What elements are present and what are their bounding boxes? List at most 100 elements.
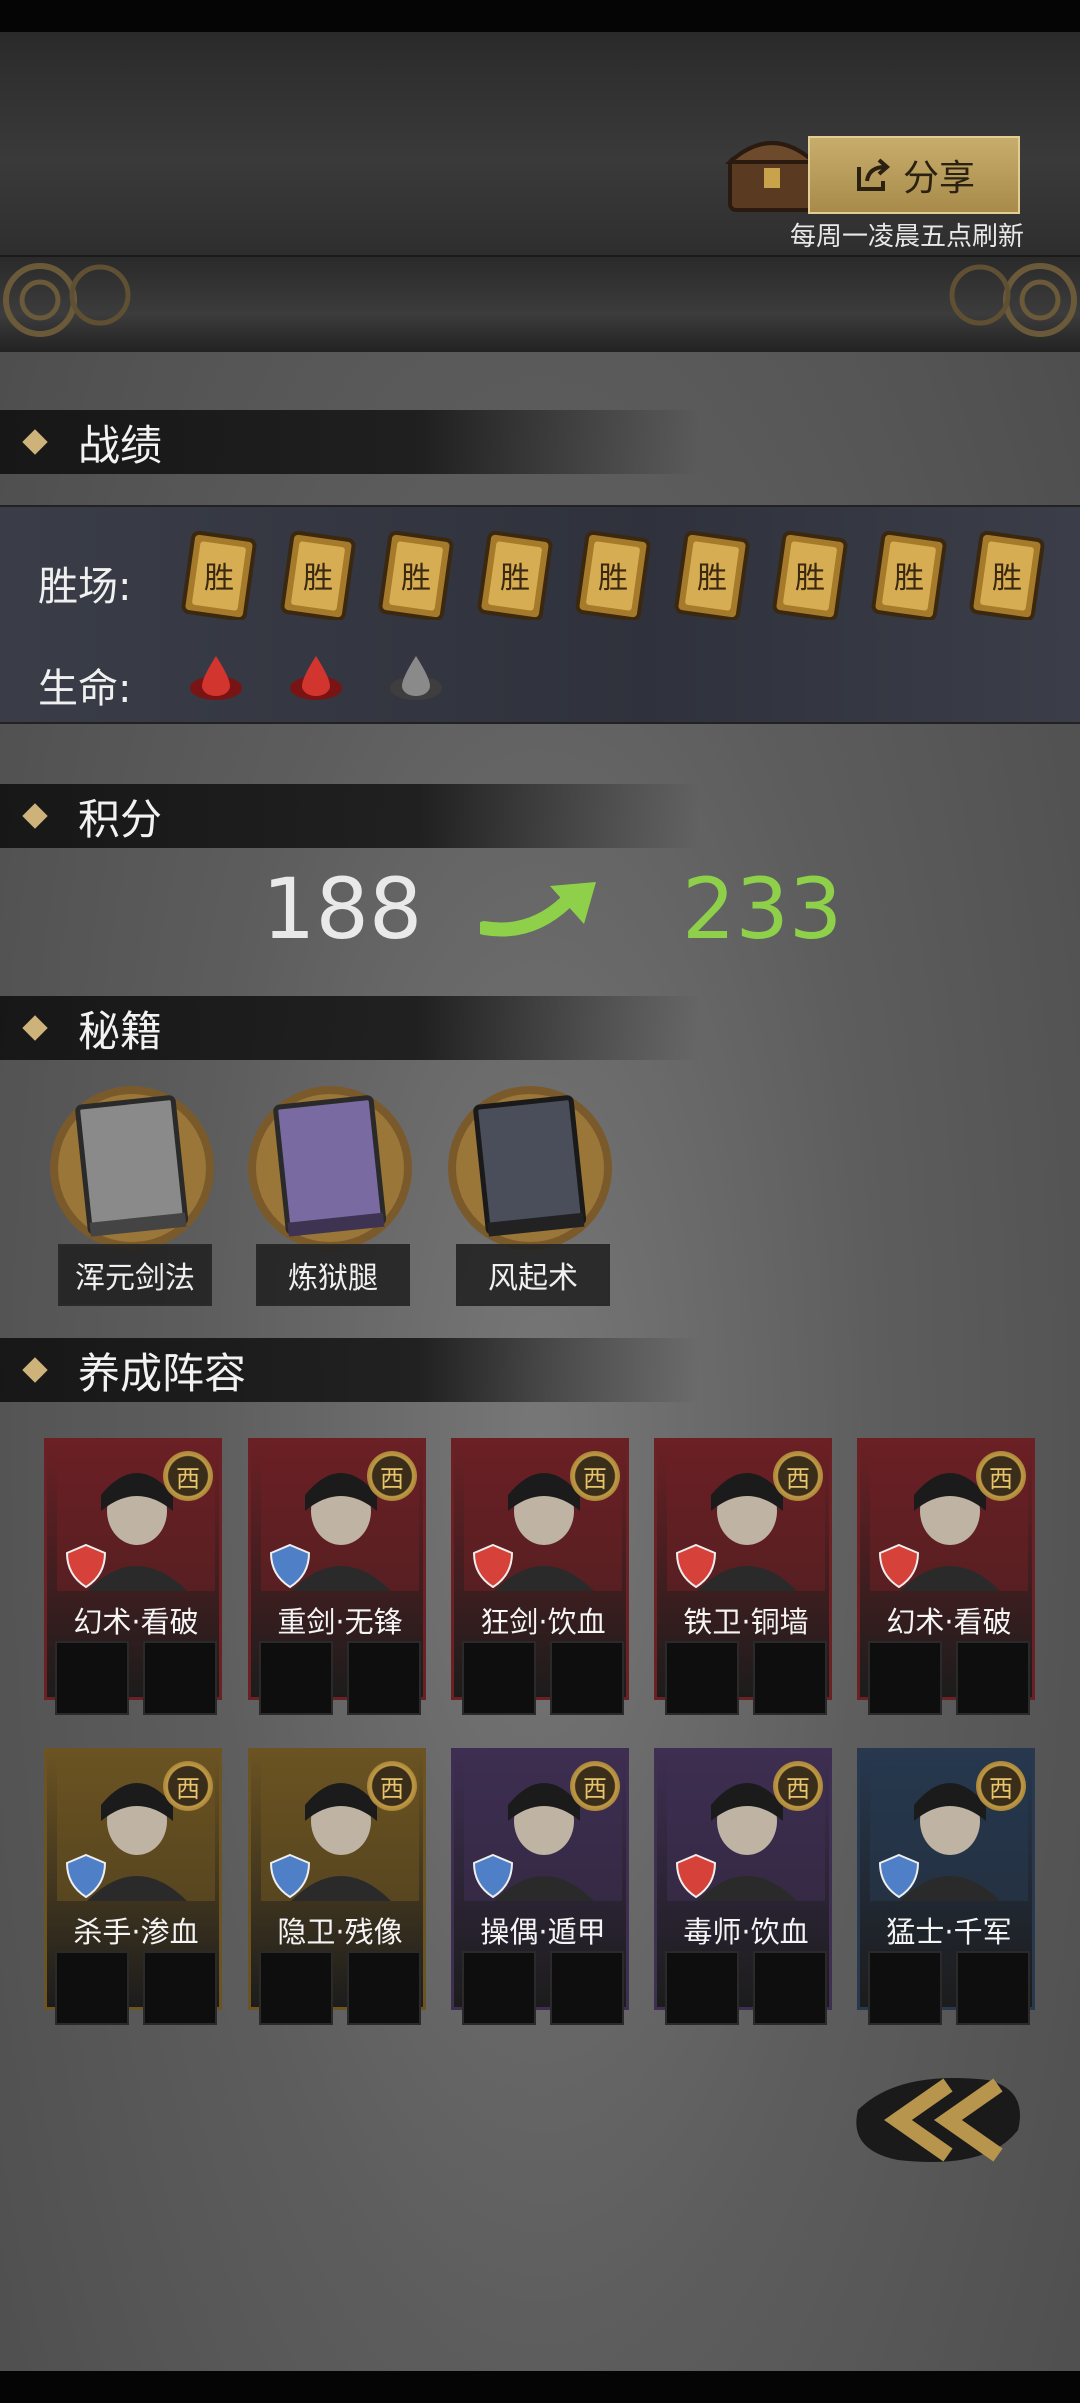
svg-text:胜: 胜 [697,561,727,596]
faction-badge: 西 [367,1761,417,1811]
win-card-icon: 胜 [772,530,848,622]
share-button[interactable]: 分享 [808,136,1020,214]
red-plus-shield-icon [675,1853,717,1899]
hero-name: 毒师·饮血 [683,1915,809,1949]
win-card-icon: 胜 [575,530,651,622]
blue-swirl-icon [269,1853,311,1899]
section-title-record-label: 战绩 [78,420,163,470]
win-card: 胜 [572,528,654,622]
win-card-icon: 胜 [969,530,1045,622]
life-drop-empty-icon [390,656,442,700]
refresh-note: 每周一凌晨五点刷新 [789,222,1024,252]
equip-slot[interactable] [259,1951,333,2025]
svg-text:胜: 胜 [500,561,530,596]
red-plus-shield-icon [472,1543,514,1589]
red-shield-icon [675,1543,717,1589]
treasure-chest-icon [724,141,820,212]
equip-slot[interactable] [868,1641,942,1715]
life-drop-full-icon [190,656,242,700]
book-label: 风起术 [456,1244,610,1306]
faction-badge: 西 [163,1761,213,1811]
hero-card[interactable]: 西铁卫·铜墙 [654,1438,832,1715]
hero-card[interactable]: 西毒师·饮血 [654,1748,832,2025]
nav-bar [0,2371,1080,2403]
cloud-ornament-left [3,263,131,337]
equip-slot[interactable] [462,1641,536,1715]
equip-slot[interactable] [956,1951,1030,2025]
svg-text:胜: 胜 [795,561,825,596]
hero-name: 隐卫·残像 [277,1915,403,1949]
win-card: 胜 [966,528,1048,622]
hero-name: 重剑·无锋 [277,1605,403,1639]
hero-card[interactable]: 西杀手·渗血 [44,1748,222,2025]
svg-text:胜: 胜 [598,561,628,596]
equip-slot[interactable] [550,1951,624,2025]
hero-card[interactable]: 西重剑·无锋 [248,1438,426,1715]
hero-name: 杀手·渗血 [73,1915,199,1949]
equip-slot[interactable] [143,1951,217,2025]
equip-slot[interactable] [143,1641,217,1715]
blue-shield-icon [472,1853,514,1899]
win-card-icon: 胜 [378,530,454,622]
equip-slot[interactable] [868,1951,942,2025]
book-label: 浑元剑法 [58,1244,212,1306]
svg-text:胜: 胜 [992,561,1022,596]
win-card: 胜 [375,528,457,622]
section-title-score: 积分 [0,784,700,848]
equip-slot[interactable] [550,1641,624,1715]
equip-slot[interactable] [347,1951,421,2025]
win-card-icon: 胜 [871,530,946,622]
faction-badge: 西 [976,1761,1026,1811]
equip-slot[interactable] [55,1951,129,2025]
win-card: 胜 [178,528,260,622]
equip-slot[interactable] [462,1951,536,2025]
win-card: 胜 [277,528,359,622]
faction-badge: 西 [570,1761,620,1811]
hero-card[interactable]: 西狂剑·饮血 [451,1438,629,1715]
hero-card[interactable]: 西幻术·看破 [857,1438,1035,1715]
section-title-lineup: 养成阵容 [0,1338,700,1402]
blue-swirl-icon [269,1543,311,1589]
win-card-icon: 胜 [477,530,552,622]
swirl-icon [65,1543,107,1589]
share-icon [856,158,891,191]
equip-slot[interactable] [665,1641,739,1715]
equip-slot[interactable] [259,1641,333,1715]
equip-slot[interactable] [665,1951,739,2025]
section-title-lineup-label: 养成阵容 [78,1348,247,1398]
arrow-up-right-icon [480,882,596,937]
hero-card[interactable]: 西猛士·千军 [857,1748,1035,2025]
equip-slot[interactable] [55,1641,129,1715]
faction-badge: 西 [773,1761,823,1811]
faction-badge: 西 [367,1451,417,1501]
hero-name: 狂剑·饮血 [480,1605,606,1639]
blue-plus-shield-icon [65,1853,107,1899]
section-title-secrets: 秘籍 [0,996,700,1060]
win-card-icon: 胜 [674,530,749,622]
life-drop-full-icon [290,656,342,700]
hero-name: 猛士·千军 [886,1915,1012,1949]
section-title-score-label: 积分 [78,794,163,844]
hero-card[interactable]: 西操偶·遁甲 [451,1748,629,2025]
life-label: 生命: [38,666,132,712]
svg-text:胜: 胜 [204,561,234,596]
hero-card[interactable]: 西隐卫·残像 [248,1748,426,2025]
win-card: 胜 [769,528,851,622]
header-band [0,255,1080,352]
diamond-icon [22,803,48,829]
hero-name: 铁卫·铜墙 [683,1605,809,1639]
equip-slot[interactable] [956,1641,1030,1715]
back-button[interactable] [838,2040,1038,2190]
hero-card[interactable]: 西幻术·看破 [44,1438,222,1715]
hero-name: 操偶·遁甲 [480,1915,606,1949]
book-label: 炼狱腿 [256,1244,410,1306]
section-title-secrets-label: 秘籍 [78,1006,163,1056]
section-title-record: 战绩 [0,410,700,474]
equip-slot[interactable] [347,1641,421,1715]
equip-slot[interactable] [753,1951,827,2025]
win-card-icon: 胜 [280,530,355,622]
swirl-icon [878,1543,920,1589]
win-card: 胜 [868,528,950,622]
equip-slot[interactable] [753,1641,827,1715]
diamond-icon [22,429,48,455]
